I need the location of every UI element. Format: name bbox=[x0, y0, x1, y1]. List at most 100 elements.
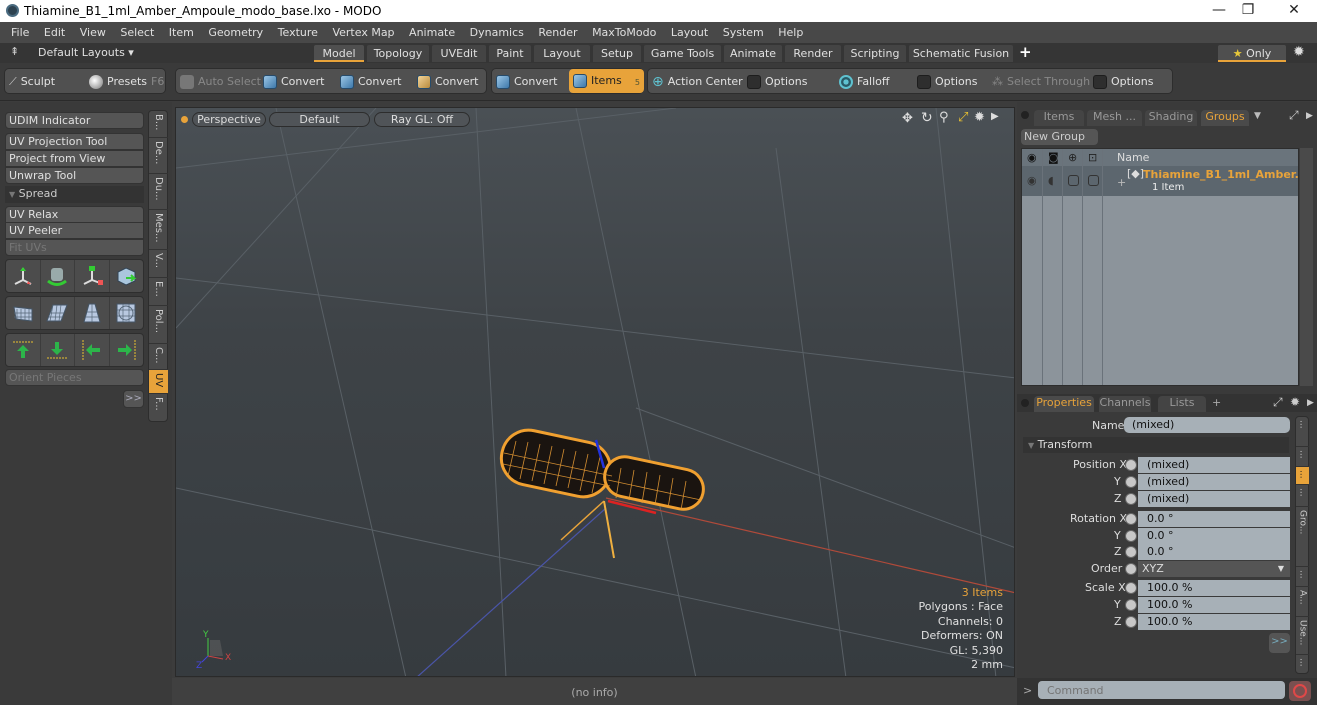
maximize-panel-icon[interactable]: ⤢ bbox=[1289, 108, 1299, 123]
vtab-fusion[interactable]: F... bbox=[149, 394, 168, 422]
sculpt-button[interactable]: ⟋ Sculpt bbox=[9, 74, 55, 89]
side-tab-2[interactable]: ... bbox=[1296, 447, 1309, 467]
tab-topology[interactable]: Topology bbox=[367, 45, 429, 62]
select-through-button[interactable]: ⁂ Select Through bbox=[992, 74, 1090, 89]
fit-view-icon[interactable]: ⤢ bbox=[958, 110, 968, 125]
only-toggle[interactable]: ★ Only bbox=[1218, 45, 1286, 62]
tab-lists[interactable]: Lists bbox=[1158, 396, 1206, 412]
menu-animate[interactable]: Animate bbox=[409, 22, 455, 39]
row-render-icon[interactable]: ◖ bbox=[1048, 174, 1054, 187]
side-tab-user[interactable]: Use... bbox=[1296, 617, 1309, 655]
tab-shading[interactable]: Shading bbox=[1145, 110, 1197, 126]
groups-scrollbar[interactable] bbox=[1300, 148, 1313, 386]
menu-dynamics[interactable]: Dynamics bbox=[470, 22, 524, 39]
vtab-basic[interactable]: B... bbox=[149, 111, 168, 138]
align-top-button[interactable] bbox=[6, 334, 41, 366]
add-tab-button[interactable]: + bbox=[1212, 396, 1221, 409]
scale-z-anim-dot[interactable] bbox=[1125, 616, 1137, 628]
vtab-polygon[interactable]: Pol... bbox=[149, 306, 168, 344]
tab-game-tools[interactable]: Game Tools bbox=[644, 45, 721, 62]
uv-scale-tool-button[interactable] bbox=[75, 260, 110, 292]
vtab-edge[interactable]: E... bbox=[149, 278, 168, 306]
project-from-view-button[interactable]: Project from View bbox=[5, 150, 144, 167]
menu-texture[interactable]: Texture bbox=[278, 22, 318, 39]
side-tab-5[interactable]: ... bbox=[1296, 567, 1309, 587]
rotation-y-field[interactable]: 0.0 ° bbox=[1138, 528, 1290, 544]
tab-model[interactable]: Model bbox=[314, 45, 364, 62]
viewport-menu-dot-icon[interactable] bbox=[181, 116, 188, 123]
position-x-anim-dot[interactable] bbox=[1125, 459, 1137, 471]
falloff-options-button[interactable]: Options bbox=[917, 74, 977, 89]
tab-scripting[interactable]: Scripting bbox=[844, 45, 906, 62]
fit-uvs-button[interactable]: Fit UVs bbox=[5, 239, 144, 256]
scale-z-field[interactable]: 100.0 % bbox=[1138, 614, 1290, 630]
uv-transform-tool-button[interactable] bbox=[6, 260, 41, 292]
properties-expand-icon[interactable]: ▶ bbox=[1307, 398, 1314, 408]
tab-schematic-fusion[interactable]: Schematic Fusion bbox=[909, 45, 1013, 62]
align-right-button[interactable] bbox=[110, 334, 144, 366]
udim-indicator-button[interactable]: UDIM Indicator bbox=[5, 112, 144, 129]
vtab-curve[interactable]: C... bbox=[149, 344, 168, 370]
scale-x-field[interactable]: 100.0 % bbox=[1138, 580, 1290, 596]
menu-item[interactable]: Item bbox=[169, 22, 194, 39]
items-mode-button[interactable]: Items 5 bbox=[569, 69, 644, 93]
tab-layout[interactable]: Layout bbox=[534, 45, 590, 62]
menu-edit[interactable]: Edit bbox=[44, 22, 65, 39]
rotate-icon[interactable]: ↻ bbox=[921, 110, 933, 126]
vtab-uv[interactable]: UV bbox=[149, 370, 168, 394]
menu-view[interactable]: View bbox=[80, 22, 106, 39]
auto-select-button[interactable]: Auto Select bbox=[180, 74, 261, 89]
convert-materials-button[interactable]: Convert bbox=[496, 74, 558, 89]
vtab-deform[interactable]: De... bbox=[149, 138, 168, 174]
shading-style-button[interactable]: Default bbox=[269, 112, 370, 127]
viewport-settings-icon[interactable]: ✹ bbox=[974, 110, 985, 125]
uv-projection-tool-button[interactable]: UV Projection Tool bbox=[5, 133, 144, 150]
scale-y-field[interactable]: 100.0 % bbox=[1138, 597, 1290, 613]
side-tab-1[interactable]: ... bbox=[1296, 417, 1309, 447]
perspective-view-button[interactable]: Perspective bbox=[192, 112, 266, 127]
pan-icon[interactable]: ✥ bbox=[902, 111, 913, 126]
group-row[interactable]: ◉ ◖ + [◆] Thiamine_B1_1ml_Amber... 1 Ite… bbox=[1022, 166, 1307, 196]
rotation-x-field[interactable]: 0.0 ° bbox=[1138, 511, 1290, 527]
expand-plus-icon[interactable]: + bbox=[1117, 176, 1126, 189]
uv-perspective-projection-button[interactable] bbox=[75, 297, 110, 329]
action-center-options-button[interactable]: Options bbox=[747, 74, 807, 89]
panel-expand-icon[interactable]: ▶ bbox=[1306, 111, 1313, 121]
tab-render[interactable]: Render bbox=[785, 45, 841, 62]
group-name[interactable]: Thiamine_B1_1ml_Amber... bbox=[1143, 168, 1307, 181]
close-button[interactable]: ✕ bbox=[1274, 2, 1314, 18]
zoom-icon[interactable]: ⚲ bbox=[939, 110, 949, 125]
properties-gear-icon[interactable]: ✹ bbox=[1290, 395, 1300, 409]
properties-more-button[interactable]: >> bbox=[1269, 633, 1290, 653]
side-tab-3[interactable]: ... bbox=[1296, 467, 1309, 485]
tab-properties[interactable]: Properties bbox=[1034, 396, 1094, 412]
expand-arrow-icon[interactable]: ▶ bbox=[991, 111, 999, 122]
properties-menu-dot-icon[interactable] bbox=[1021, 399, 1029, 407]
rotation-z-field[interactable]: 0.0 ° bbox=[1138, 544, 1290, 560]
tab-channels[interactable]: Channels bbox=[1099, 396, 1151, 412]
rotation-y-anim-dot[interactable] bbox=[1125, 530, 1137, 542]
action-center-button[interactable]: ⊕ Action Center bbox=[652, 74, 743, 90]
convert-edges-button[interactable]: Convert bbox=[340, 74, 402, 89]
rotation-z-anim-dot[interactable] bbox=[1125, 546, 1137, 558]
orient-pieces-button[interactable]: Orient Pieces bbox=[5, 369, 144, 386]
falloff-button[interactable]: Falloff bbox=[839, 74, 889, 89]
panel-menu-dot-icon[interactable] bbox=[1021, 111, 1029, 119]
uv-planar-projection-button[interactable] bbox=[41, 297, 75, 329]
align-left-button[interactable] bbox=[75, 334, 110, 366]
menu-system[interactable]: System bbox=[723, 22, 764, 39]
name-field[interactable]: (mixed) bbox=[1124, 417, 1290, 433]
layout-up-icon[interactable]: ⇞ bbox=[10, 45, 19, 58]
align-bottom-button[interactable] bbox=[41, 334, 75, 366]
position-z-anim-dot[interactable] bbox=[1125, 493, 1137, 505]
tab-uvedit[interactable]: UVEdit bbox=[432, 45, 486, 62]
row-lock-checkbox[interactable] bbox=[1068, 175, 1079, 186]
uv-box-tool-button[interactable] bbox=[110, 260, 144, 292]
maximize-properties-icon[interactable]: ⤢ bbox=[1273, 395, 1283, 410]
position-y-field[interactable]: (mixed) bbox=[1138, 474, 1290, 490]
vtab-duplicate[interactable]: Du... bbox=[149, 174, 168, 210]
row-select-checkbox[interactable] bbox=[1088, 175, 1099, 186]
uv-peeler-button[interactable]: UV Peeler bbox=[5, 222, 144, 239]
presets-button[interactable]: Presets F6 bbox=[89, 74, 164, 89]
maximize-button[interactable]: ❐ bbox=[1228, 2, 1268, 18]
